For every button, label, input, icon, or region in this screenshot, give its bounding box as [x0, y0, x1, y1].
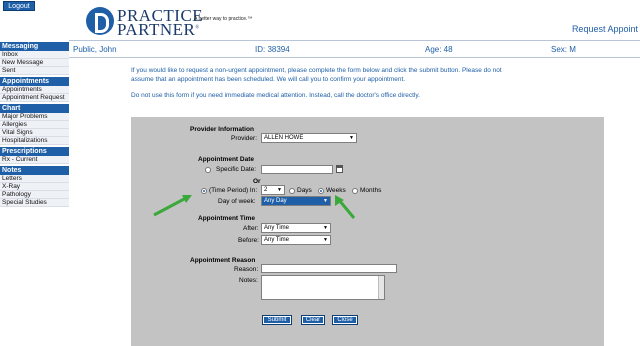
- day-of-week-label: Day of week:: [218, 198, 256, 205]
- notes-scrollbar[interactable]: [378, 276, 384, 299]
- unit-days-label: Days: [297, 187, 312, 194]
- appointment-request-form: Provider Information Provider: ALLEN HOW…: [131, 117, 604, 346]
- sidebar: Messaging Inbox New Message Sent Appointment…: [0, 40, 69, 207]
- day-of-week-value: Any Day: [264, 198, 287, 204]
- chevron-down-icon: ▼: [323, 225, 328, 231]
- logo-registered-mark: ®: [195, 25, 200, 31]
- sidebar-section-messaging: Messaging: [0, 42, 69, 51]
- chevron-down-icon: ▼: [323, 237, 328, 243]
- reason-section-heading: Appointment Reason: [190, 257, 256, 264]
- sidebar-item-sent[interactable]: Sent: [0, 67, 69, 75]
- day-of-week-select[interactable]: Any Day ▼: [261, 196, 331, 206]
- patient-age: Age: 48: [425, 45, 453, 54]
- unit-months-label: Months: [360, 187, 382, 194]
- chevron-down-icon: ▼: [349, 135, 354, 141]
- intro-warning: Do not use this form if you need immedia…: [131, 92, 420, 99]
- after-time-value: Any Time: [264, 225, 290, 231]
- sidebar-item-inbox[interactable]: Inbox: [0, 51, 69, 59]
- provider-select[interactable]: ALLEN HOWE ▼: [261, 133, 357, 143]
- after-label: After:: [243, 225, 259, 232]
- practice-partner-logo-icon: [86, 7, 114, 35]
- specific-date-input[interactable]: [261, 165, 333, 174]
- page-title: Request Appoint: [571, 24, 638, 34]
- tagline: A better way to practice.™: [194, 16, 253, 22]
- time-period-count-value: 2: [264, 187, 268, 193]
- sidebar-section-chart: Chart: [0, 104, 69, 113]
- logout-button[interactable]: Logout: [3, 1, 35, 11]
- date-section-heading: Appointment Date: [198, 156, 254, 163]
- sidebar-item-appointments[interactable]: Appointments: [0, 86, 69, 94]
- sidebar-item-allergies[interactable]: Allergies: [0, 121, 69, 129]
- sidebar-section-appointments: Appointments: [0, 77, 69, 86]
- sidebar-item-major-problems[interactable]: Major Problems: [0, 113, 69, 121]
- reason-input[interactable]: [261, 264, 397, 273]
- chevron-down-icon: ▼: [277, 187, 282, 193]
- provider-select-value: ALLEN HOWE: [264, 135, 304, 141]
- logo-text-partner-word: PARTNER: [117, 20, 196, 39]
- sidebar-item-vital-signs[interactable]: Vital Signs: [0, 129, 69, 137]
- notes-label: Notes:: [239, 277, 258, 284]
- intro-text-2: assume that an appointment has been sche…: [131, 76, 406, 83]
- patient-info-bar: Public, John ID: 38394 Age: 48 Sex: M: [69, 40, 640, 58]
- sidebar-item-special-studies[interactable]: Special Studies: [0, 199, 69, 207]
- time-period-count-select[interactable]: 2 ▼: [261, 185, 285, 195]
- sidebar-section-notes: Notes: [0, 166, 69, 175]
- before-time-value: Any Time: [264, 237, 290, 243]
- sidebar-section-prescriptions: Prescriptions: [0, 147, 69, 156]
- calendar-icon[interactable]: [336, 165, 343, 173]
- sidebar-item-pathology[interactable]: Pathology: [0, 191, 69, 199]
- or-label: Or: [253, 178, 261, 185]
- time-period-radio[interactable]: [201, 188, 207, 194]
- time-period-label: (Time Period) In:: [209, 187, 258, 194]
- specific-date-radio[interactable]: [205, 167, 211, 173]
- provider-section-heading: Provider Information: [190, 126, 254, 133]
- submit-button[interactable]: Submit: [262, 315, 292, 325]
- reason-label: Reason:: [234, 266, 259, 273]
- notes-textarea[interactable]: [261, 275, 385, 300]
- time-section-heading: Appointment Time: [198, 215, 255, 222]
- chevron-down-icon: ▼: [323, 198, 328, 204]
- clear-button[interactable]: Clear: [301, 315, 325, 325]
- before-label: Before:: [238, 237, 259, 244]
- annotation-arrow-left-icon: [153, 195, 192, 217]
- after-time-select[interactable]: Any Time ▼: [261, 223, 331, 233]
- close-button[interactable]: Close: [332, 315, 358, 325]
- sidebar-item-letters[interactable]: Letters: [0, 175, 69, 183]
- sidebar-item-hospitalizations[interactable]: Hospitalizations: [0, 137, 69, 145]
- unit-days-radio[interactable]: [289, 188, 295, 194]
- sidebar-item-new-message[interactable]: New Message: [0, 59, 69, 67]
- logo-text-partner: PARTNER®: [117, 20, 200, 40]
- provider-label: Provider:: [231, 135, 258, 142]
- sidebar-item-x-ray[interactable]: X-Ray: [0, 183, 69, 191]
- unit-weeks-radio[interactable]: [318, 188, 324, 194]
- patient-sex: Sex: M: [551, 45, 576, 54]
- intro-text-1: If you would like to request a non-urgen…: [131, 67, 502, 74]
- specific-date-label: Specific Date:: [216, 166, 257, 173]
- before-time-select[interactable]: Any Time ▼: [261, 235, 331, 245]
- annotation-arrow-right-icon: [335, 195, 356, 219]
- sidebar-item-appointment-request[interactable]: Appointment Request: [0, 94, 69, 102]
- sidebar-item-rx-current[interactable]: Rx - Current: [0, 156, 69, 164]
- patient-id: ID: 38394: [255, 45, 290, 54]
- patient-name: Public, John: [73, 45, 117, 54]
